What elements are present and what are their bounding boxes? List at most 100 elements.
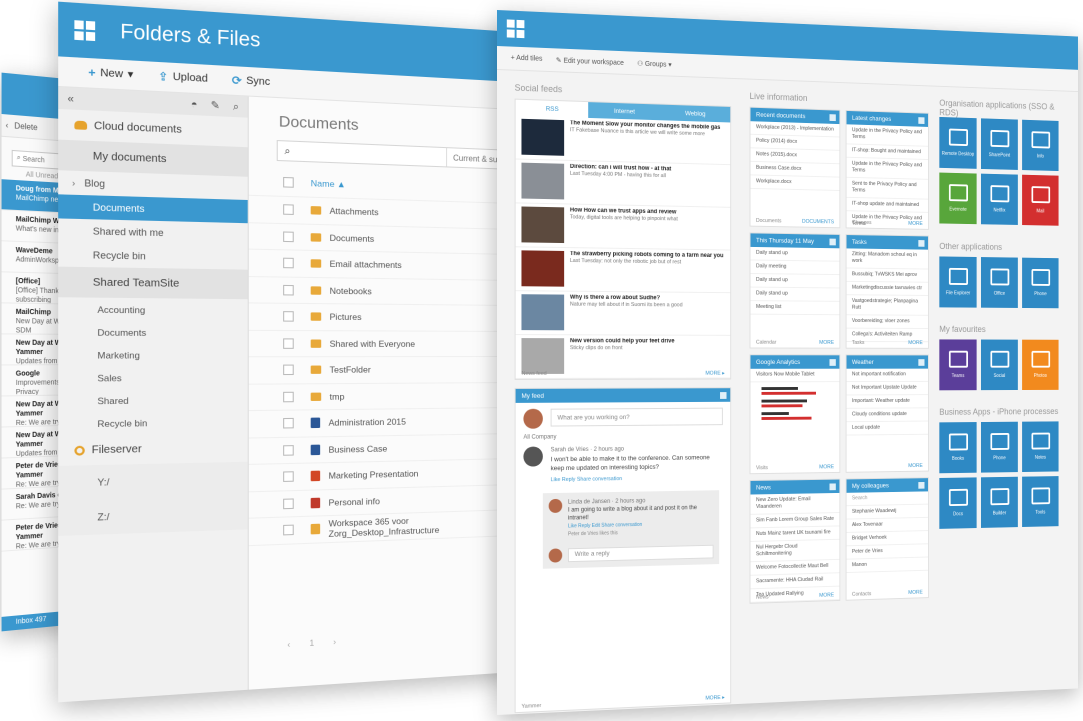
app-tile[interactable]: Info: [1022, 119, 1059, 172]
card-icon[interactable]: [918, 481, 925, 489]
list-item[interactable]: Voorbereiding; vloer zones: [846, 315, 928, 329]
more-link[interactable]: MORE: [819, 464, 834, 470]
table-row[interactable]: Notebooks: [248, 276, 515, 306]
row-checkbox[interactable]: [283, 204, 294, 216]
list-item[interactable]: Not Important Upstate Update: [846, 381, 928, 396]
table-row[interactable]: Shared with Everyone: [248, 330, 515, 358]
app-tile[interactable]: Netflix: [980, 173, 1018, 225]
post-actions[interactable]: Like Reply Share conversation: [551, 474, 723, 485]
row-checkbox[interactable]: [283, 364, 294, 376]
list-item[interactable]: Daily stand up: [750, 287, 840, 302]
app-tile[interactable]: Office: [980, 257, 1018, 308]
upload-button[interactable]: ⇪ Upload: [158, 69, 208, 86]
delete-button[interactable]: Delete: [14, 121, 37, 132]
list-item[interactable]: The Moment Slow your monitor changes the…: [515, 115, 731, 166]
list-item[interactable]: Why is there a row about Sudhe? Nature ma…: [515, 291, 731, 336]
row-checkbox[interactable]: [283, 471, 294, 483]
sidebar-item-fileserver[interactable]: Fileserver: [58, 432, 248, 466]
row-checkbox[interactable]: [283, 257, 294, 269]
list-item[interactable]: Marketingdiscussie tavnavies ctr: [846, 281, 928, 296]
list-item[interactable]: How How can we trust apps and review Toda…: [515, 203, 731, 251]
list-item[interactable]: Important: Weather update: [846, 395, 928, 409]
app-tile[interactable]: Photos: [1022, 339, 1059, 390]
more-link[interactable]: MORE: [908, 340, 922, 346]
list-item[interactable]: Update in the Privacy Policy and Terms: [846, 124, 928, 147]
select-all-checkbox[interactable]: [283, 176, 294, 188]
row-checkbox[interactable]: [283, 284, 294, 296]
list-item[interactable]: Meeting list: [750, 301, 840, 316]
list-item[interactable]: Nul Hergebr Cloud Schiltmonitering: [750, 539, 840, 563]
list-item[interactable]: Update in the Privacy Policy and Terms: [846, 157, 928, 180]
row-checkbox[interactable]: [283, 418, 294, 429]
more-link[interactable]: MORE: [908, 221, 922, 227]
compose-input[interactable]: What are you working on?: [550, 407, 723, 427]
sidebar-item-marketing[interactable]: Marketing: [58, 343, 248, 366]
list-item[interactable]: Local update: [846, 421, 928, 436]
app-tile[interactable]: Phone: [1022, 257, 1059, 309]
app-tile[interactable]: Books: [939, 422, 977, 474]
sidebar-item-sales[interactable]: Sales: [58, 366, 248, 390]
list-item[interactable]: Daily meeting: [750, 260, 840, 276]
more-link[interactable]: MORE ▸: [705, 695, 724, 702]
more-link[interactable]: MORE: [908, 463, 922, 469]
sidebar-item-shared-teamsite[interactable]: Shared TeamSite: [58, 266, 248, 300]
more-link[interactable]: MORE ▸: [705, 371, 724, 377]
card-icon[interactable]: [829, 482, 836, 490]
app-tile[interactable]: Builder: [980, 476, 1018, 528]
sync-button[interactable]: ⟳ Sync: [232, 74, 270, 90]
row-checkbox[interactable]: [283, 311, 294, 322]
list-item[interactable]: Bussubiq; TvWSKS Mei aprov: [846, 268, 928, 283]
list-item[interactable]: Direction: can i will trust how - at tha…: [515, 159, 731, 208]
app-tile[interactable]: File Explorer: [939, 256, 977, 308]
wrench-icon[interactable]: ✎: [211, 99, 220, 111]
app-tile[interactable]: Social: [980, 339, 1018, 391]
new-button[interactable]: + New ▾: [88, 66, 133, 81]
search-icon[interactable]: ⌕: [233, 101, 239, 113]
list-item[interactable]: New Zero Update: Email Vlaanderen: [750, 492, 840, 515]
column-name-header[interactable]: Name ▲: [311, 177, 346, 189]
app-tile[interactable]: Notes: [1022, 421, 1059, 473]
table-row[interactable]: Email attachments: [248, 249, 515, 281]
sidebar-item-shared[interactable]: Shared: [58, 388, 248, 412]
app-tile[interactable]: Phone: [980, 421, 1018, 473]
list-item[interactable]: The strawberry picking robots coming to …: [515, 247, 731, 294]
list-item[interactable]: Daily stand up: [750, 246, 840, 262]
card-icon[interactable]: [829, 238, 836, 245]
list-item[interactable]: Workplace.docx: [750, 175, 840, 191]
row-checkbox[interactable]: [283, 444, 294, 456]
list-item[interactable]: Daily stand up: [750, 274, 840, 289]
app-grid-icon[interactable]: [506, 19, 525, 39]
back-icon[interactable]: ‹: [6, 121, 9, 131]
card-icon[interactable]: [918, 239, 925, 247]
sidebar-item-drive-y[interactable]: Y:/: [58, 461, 248, 501]
sidebar-item-recycle-bin-2[interactable]: Recycle bin: [58, 410, 248, 435]
app-tile[interactable]: Remote Desktop: [939, 116, 977, 169]
sidebar-item-documents-2[interactable]: Documents: [58, 320, 248, 343]
list-item[interactable]: Sent to the Privacy Policy and Terms: [846, 177, 928, 200]
tab-weblog[interactable]: Weblog: [660, 104, 731, 123]
more-link[interactable]: MORE: [908, 590, 922, 596]
row-checkbox[interactable]: [283, 231, 294, 242]
card-icon[interactable]: [918, 116, 925, 124]
app-tile[interactable]: Docs: [939, 477, 977, 529]
sidebar-item-recycle-bin[interactable]: Recycle bin: [58, 243, 248, 270]
list-item[interactable]: Manon: [846, 557, 928, 574]
list-item[interactable]: Cloudy conditions update: [846, 408, 928, 423]
app-tile[interactable]: Mail: [1022, 174, 1059, 226]
collapse-icon[interactable]: «: [67, 92, 73, 104]
row-checkbox[interactable]: [283, 498, 294, 509]
groups-button[interactable]: ⚇ Groups ▾: [637, 59, 672, 68]
row-checkbox[interactable]: [283, 338, 294, 349]
card-icon[interactable]: [829, 113, 836, 121]
table-row[interactable]: Pictures: [248, 303, 515, 332]
sidebar-item-drive-z[interactable]: Z:/: [58, 495, 248, 536]
app-tile[interactable]: SharePoint: [980, 118, 1018, 170]
card-icon[interactable]: [829, 358, 836, 366]
list-item[interactable]: Zitting: Manadom schoul eq in work: [846, 248, 928, 270]
reply-input[interactable]: Write a reply: [567, 544, 714, 563]
pagination[interactable]: ‹ 1 ›: [287, 637, 344, 650]
table-row[interactable]: tmp: [248, 382, 515, 412]
more-link[interactable]: MORE: [819, 592, 834, 598]
list-item[interactable]: Not important notification: [846, 368, 928, 383]
app-tile[interactable]: Evernote: [939, 172, 977, 225]
